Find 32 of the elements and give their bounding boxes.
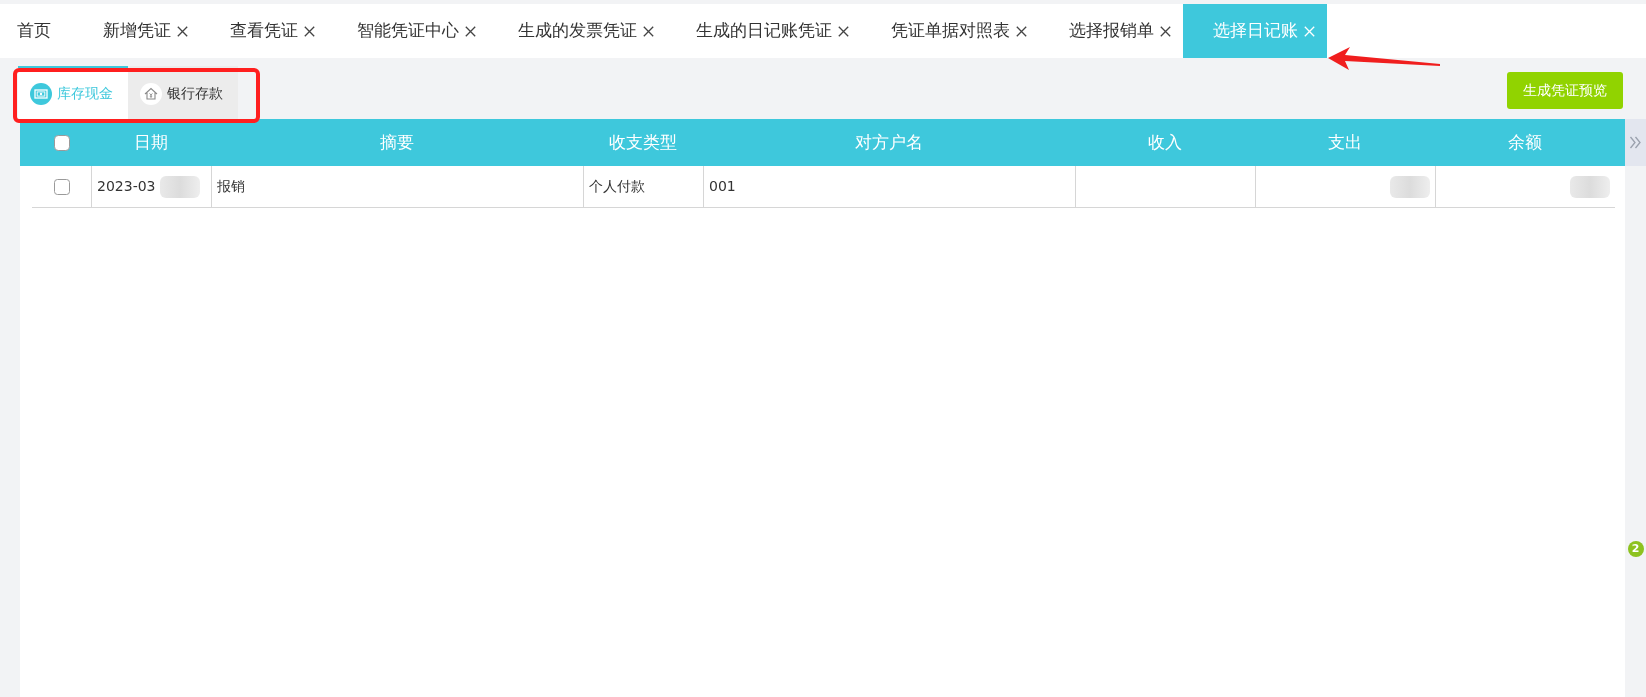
close-icon[interactable] bbox=[1160, 25, 1171, 37]
tab[interactable]: 智能凭证中心 bbox=[327, 4, 488, 58]
count-badge: 2 bbox=[1627, 541, 1644, 557]
close-icon[interactable] bbox=[1016, 25, 1027, 37]
column-header: 收入 bbox=[1147, 130, 1183, 154]
select-all-checkbox[interactable] bbox=[53, 134, 70, 151]
column-header: 对方户名 bbox=[854, 130, 924, 154]
column-header: 收支类型 bbox=[608, 130, 678, 154]
column-header: 日期 bbox=[133, 130, 169, 154]
close-icon[interactable] bbox=[838, 25, 849, 37]
tab[interactable]: 首页 bbox=[0, 4, 73, 58]
column-header: 余额 bbox=[1507, 130, 1543, 154]
tab[interactable]: 新增凭证 bbox=[73, 4, 200, 58]
sub-tab[interactable]: 银行存款 bbox=[128, 66, 238, 119]
row-checkbox[interactable] bbox=[53, 178, 70, 195]
table-cell-text: 001 bbox=[709, 177, 736, 196]
close-icon[interactable] bbox=[465, 25, 476, 37]
tab[interactable]: 凭证单据对照表 bbox=[861, 4, 1039, 58]
table-cell-text: 2023-03 bbox=[97, 177, 156, 196]
tab[interactable]: 选择报销单 bbox=[1039, 4, 1183, 58]
tab[interactable]: 查看凭证 bbox=[200, 4, 327, 58]
column-header: 支出 bbox=[1327, 130, 1363, 154]
close-icon[interactable] bbox=[177, 25, 188, 37]
close-icon[interactable] bbox=[304, 25, 315, 37]
house-icon bbox=[140, 82, 162, 105]
money-bill-icon bbox=[30, 82, 52, 105]
tab[interactable]: 生成的发票凭证 bbox=[488, 4, 666, 58]
column-header: 摘要 bbox=[379, 130, 415, 154]
table-cell-text: 个人付款 bbox=[589, 177, 645, 196]
close-icon[interactable] bbox=[643, 25, 654, 37]
table-cell-text: 报销 bbox=[217, 177, 245, 196]
tab[interactable]: 生成的日记账凭证 bbox=[666, 4, 861, 58]
